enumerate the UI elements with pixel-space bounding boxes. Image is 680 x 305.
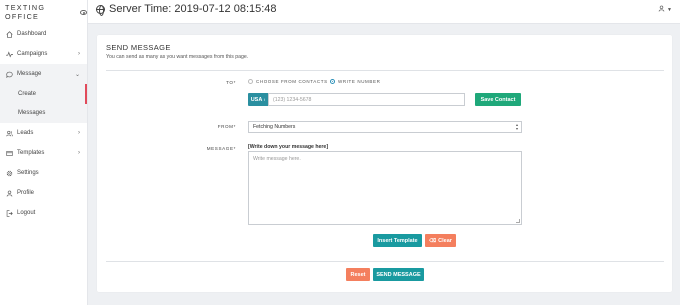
divider	[106, 70, 664, 71]
server-time: Server Time: 2019-07-12 08:15:48	[109, 3, 277, 15]
sidebar-item-leads[interactable]: Leads ›	[0, 123, 87, 143]
brand-logo[interactable]: TEXTING OFFICE	[0, 0, 87, 24]
sidebar-item-label: Create	[18, 90, 37, 97]
clear-button[interactable]: ⌫ Clear	[425, 234, 456, 247]
caret-down-icon: ▼	[667, 6, 672, 13]
from-number-select[interactable]: Fetching Numbers ▴ ▾	[248, 121, 522, 133]
sidebar: TEXTING OFFICE Dashboard Campaigns › Mes…	[0, 0, 88, 305]
save-contact-button[interactable]: Save Contact	[475, 93, 521, 106]
phone-number-input[interactable]: (123) 1234-5678	[268, 93, 465, 106]
country-code-button[interactable]: USA ↕	[248, 93, 268, 106]
gear-icon	[5, 170, 14, 177]
sidebar-item-templates[interactable]: Templates ›	[0, 143, 87, 163]
radio-dot	[248, 79, 253, 84]
sidebar-item-label: Profile	[17, 190, 35, 196]
from-label: FROM*	[217, 124, 236, 129]
message-heading: [Write down your message here]	[248, 144, 329, 150]
sidebar-item-label: Leads	[17, 130, 34, 136]
clear-label: Clear	[438, 237, 452, 244]
message-label: MESSAGE*	[206, 146, 236, 151]
radio-label: CHOOSE FROM CONTACTS	[256, 79, 328, 84]
sidebar-item-campaigns[interactable]: Campaigns ›	[0, 44, 87, 64]
resize-handle-icon[interactable]	[516, 219, 520, 223]
sidebar-item-message[interactable]: Message ⌄	[0, 64, 87, 84]
chevron-down-icon: ⌄	[74, 71, 80, 78]
country-code-label: USA	[250, 96, 263, 103]
user-icon	[658, 5, 665, 14]
radio-dot-selected	[330, 79, 335, 84]
sidebar-item-dashboard[interactable]: Dashboard	[0, 24, 87, 44]
message-placeholder: Write message here.	[253, 156, 301, 162]
sidebar-subitem-messages[interactable]: Messages	[0, 103, 87, 123]
sidebar-item-settings[interactable]: Settings	[0, 163, 87, 183]
send-message-button[interactable]: SEND MESSAGE	[373, 268, 424, 281]
radio-choose-contacts[interactable]: CHOOSE FROM CONTACTS	[248, 79, 328, 84]
sidebar-item-label: Dashboard	[17, 31, 47, 37]
sidebar-item-label: Messages	[18, 110, 46, 117]
reset-button[interactable]: Reset	[346, 268, 370, 281]
chevron-right-icon: ›	[78, 130, 80, 136]
eraser-icon: ⌫	[429, 237, 437, 244]
to-label: TO*	[226, 80, 236, 85]
template-icon	[5, 150, 14, 157]
sidebar-item-label: Logout	[17, 210, 36, 216]
sidebar-item-label: Settings	[17, 170, 39, 176]
user-icon	[5, 190, 14, 197]
eye-icon[interactable]	[80, 9, 87, 15]
home-icon	[5, 30, 14, 38]
brand-name: TEXTING OFFICE	[5, 3, 46, 21]
divider	[106, 261, 664, 262]
select-arrows-icon: ▴ ▾	[515, 122, 518, 131]
sidebar-item-label: Campaigns	[17, 51, 48, 57]
user-menu[interactable]: ▼	[658, 5, 672, 14]
globe-icon	[96, 5, 105, 16]
card-title: SEND MESSAGE	[106, 43, 171, 52]
top-bar: Server Time: 2019-07-12 08:15:48 ▼	[88, 0, 680, 24]
users-icon	[5, 130, 14, 137]
sort-icon: ↕	[263, 97, 266, 102]
sidebar-item-profile[interactable]: Profile	[0, 183, 87, 203]
sidebar-item-logout[interactable]: Logout	[0, 203, 87, 223]
card-subtitle: You can send as many as you want message…	[106, 54, 249, 60]
sidebar-item-label: Templates	[17, 150, 45, 156]
chevron-right-icon: ›	[78, 150, 80, 156]
message-textarea[interactable]: Write message here.	[248, 151, 522, 225]
pulse-icon	[5, 50, 14, 58]
sidebar-subitem-create[interactable]: Create	[0, 84, 87, 104]
logout-icon	[5, 209, 14, 217]
insert-template-button[interactable]: Insert Template	[373, 234, 422, 247]
chevron-right-icon: ›	[78, 51, 80, 57]
sidebar-item-label: Message	[17, 71, 42, 77]
radio-label: WRITE NUMBER	[338, 79, 381, 84]
chat-icon	[5, 71, 14, 78]
radio-write-number[interactable]: WRITE NUMBER	[330, 79, 380, 84]
from-select-value: Fetching Numbers	[253, 124, 296, 130]
send-message-card: SEND MESSAGE You can send as many as you…	[97, 35, 672, 292]
